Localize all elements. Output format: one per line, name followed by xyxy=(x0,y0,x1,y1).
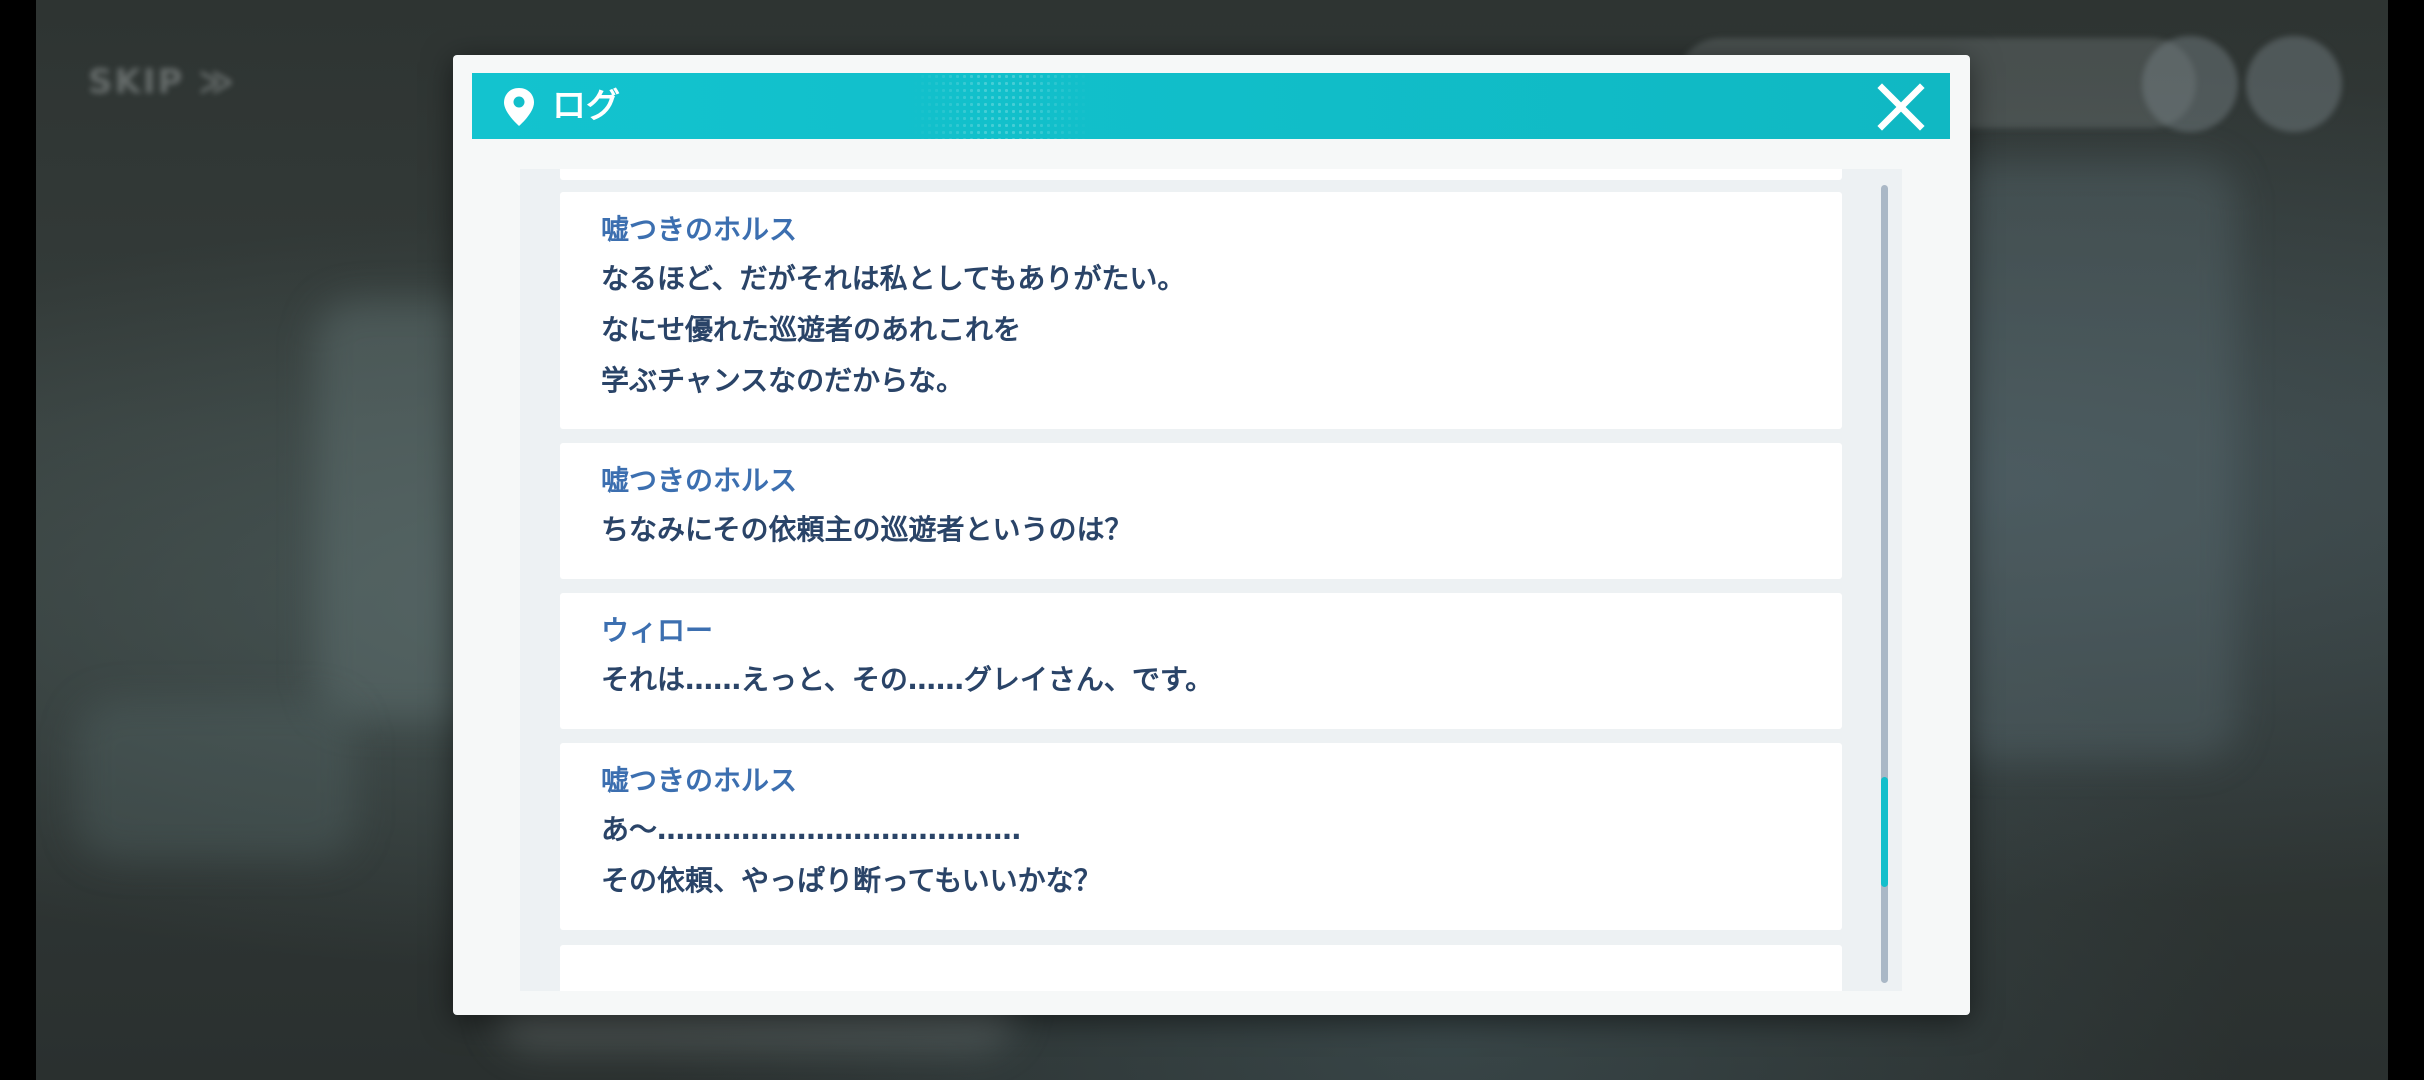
close-icon[interactable] xyxy=(1876,82,1926,132)
speaker-name: 嘘つきのホルス xyxy=(601,213,798,246)
speaker-name: ウィロー xyxy=(601,614,714,647)
skip-button[interactable]: SKIP ≫ xyxy=(88,62,236,102)
log-dialog: ログ 嘘つきのホルス なるほど、だがそれは私としてもありがたい。 なにせ優れた巡… xyxy=(453,55,1970,1015)
log-list[interactable]: 嘘つきのホルス なるほど、だがそれは私としてもありがたい。 なにせ優れた巡遊者の… xyxy=(520,169,1902,991)
dialogue-line: ちなみにその依頼主の巡遊者というのは？ xyxy=(601,513,1133,546)
menu-icon[interactable] xyxy=(2142,36,2238,132)
dialogue-line: あ〜………………………………… xyxy=(601,813,1022,846)
dialog-header: ログ xyxy=(472,73,1950,139)
map-pin-icon xyxy=(504,88,534,126)
list-item xyxy=(560,945,1842,991)
speaker-name: 嘘つきのホルス xyxy=(601,764,798,797)
dialogue-line: 学ぶチャンスなのだからな。 xyxy=(601,364,965,397)
compass-icon[interactable] xyxy=(2246,36,2342,132)
list-item: 嘘つきのホルス あ〜………………………………… その依頼、やっぱり断ってもいいか… xyxy=(560,743,1842,930)
background-blur-shape xyxy=(76,700,356,860)
list-item: 嘘つきのホルス ちなみにその依頼主の巡遊者というのは？ xyxy=(560,443,1842,579)
list-item xyxy=(560,169,1842,180)
list-item: 嘘つきのホルス なるほど、だがそれは私としてもありがたい。 なにせ優れた巡遊者の… xyxy=(560,192,1842,429)
background-blur-shape xyxy=(1936,160,2236,760)
scrollbar-thumb[interactable] xyxy=(1881,776,1888,887)
header-pattern xyxy=(912,73,1092,139)
dialog-title: ログ xyxy=(552,86,620,126)
dialogue-line: その依頼、やっぱり断ってもいいかな？ xyxy=(601,864,1102,897)
dialogue-line: なにせ優れた巡遊者のあれこれを xyxy=(601,313,1022,346)
speaker-name: 嘘つきのホルス xyxy=(601,464,798,497)
dialogue-line: なるほど、だがそれは私としてもありがたい。 xyxy=(601,262,1186,295)
list-item: ウィロー それは……えっと、その……グレイさん、です。 xyxy=(560,593,1842,729)
dialogue-line: それは……えっと、その……グレイさん、です。 xyxy=(601,663,1214,696)
